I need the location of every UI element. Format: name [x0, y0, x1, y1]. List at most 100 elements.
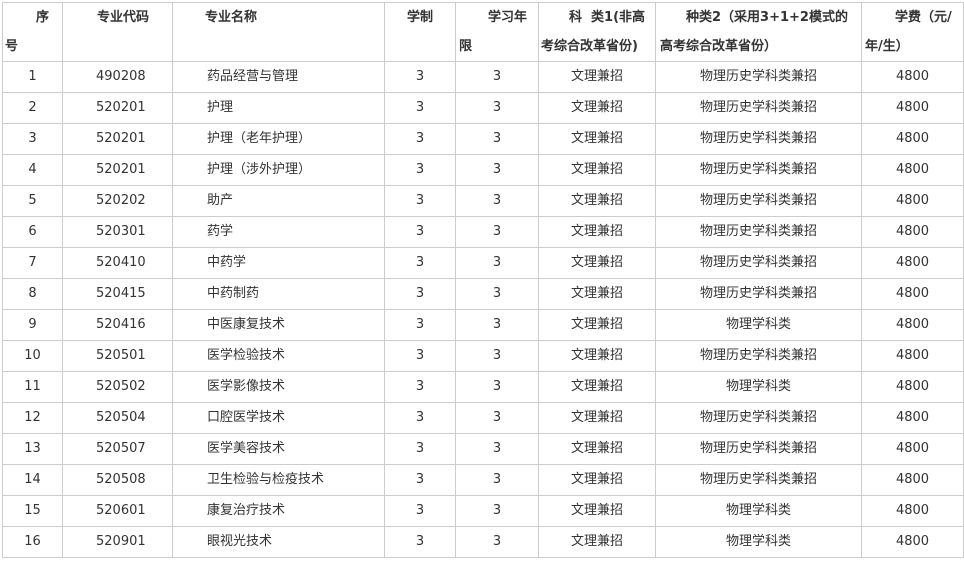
cell-seq: 5 [2, 185, 63, 217]
cell-years: 3 [384, 154, 456, 186]
header-seq-line2: 号 [5, 39, 19, 54]
cell-seq: 16 [2, 526, 63, 558]
cell-type2: 物理历史学科类兼招 [655, 216, 862, 248]
table-row: 12 520504 口腔医学技术 3 3 文理兼招 物理历史学科类兼招 4800 [2, 402, 964, 434]
cell-fee: 4800 [861, 464, 964, 496]
table-row: 15 520601 康复治疗技术 3 3 文理兼招 物理学科类 4800 [2, 495, 964, 527]
cell-years: 3 [384, 402, 456, 434]
cell-type2: 物理历史学科类兼招 [655, 247, 862, 279]
cell-years: 3 [384, 61, 456, 93]
cell-seq: 4 [2, 154, 63, 186]
header-type1-line1: 科 类1(非高 [569, 10, 646, 25]
cell-type1: 文理兼招 [538, 402, 656, 434]
cell-duration: 3 [455, 371, 539, 403]
cell-duration: 3 [455, 309, 539, 341]
cell-name: 卫生检验与检疫技术 [172, 464, 385, 496]
table-row: 13 520507 医学美容技术 3 3 文理兼招 物理历史学科类兼招 4800 [2, 433, 964, 465]
cell-name: 中药制药 [172, 278, 385, 310]
cell-name: 眼视光技术 [172, 526, 385, 558]
cell-code: 520508 [62, 464, 173, 496]
cell-duration: 3 [455, 247, 539, 279]
table-row: 5 520202 助产 3 3 文理兼招 物理历史学科类兼招 4800 [2, 185, 964, 217]
cell-name: 药品经营与管理 [172, 61, 385, 93]
cell-years: 3 [384, 92, 456, 124]
header-duration-line2: 限 [459, 39, 473, 54]
cell-duration: 3 [455, 185, 539, 217]
cell-seq: 12 [2, 402, 63, 434]
cell-type2: 物理学科类 [655, 495, 862, 527]
cell-fee: 4800 [861, 495, 964, 527]
header-name: 专业名称 [172, 2, 385, 62]
cell-years: 3 [384, 433, 456, 465]
cell-type1: 文理兼招 [538, 247, 656, 279]
cell-fee: 4800 [861, 402, 964, 434]
cell-seq: 10 [2, 340, 63, 372]
cell-fee: 4800 [861, 309, 964, 341]
cell-type1: 文理兼招 [538, 154, 656, 186]
cell-type2: 物理历史学科类兼招 [655, 61, 862, 93]
cell-name: 护理（涉外护理） [172, 154, 385, 186]
cell-code: 520201 [62, 154, 173, 186]
cell-fee: 4800 [861, 61, 964, 93]
table-row: 11 520502 医学影像技术 3 3 文理兼招 物理学科类 4800 [2, 371, 964, 403]
cell-name: 中药学 [172, 247, 385, 279]
cell-fee: 4800 [861, 185, 964, 217]
header-duration-line1: 学习年 [488, 10, 528, 25]
header-type1-line2: 考综合改革省份) [541, 39, 638, 54]
cell-duration: 3 [455, 402, 539, 434]
table-row: 2 520201 护理 3 3 文理兼招 物理历史学科类兼招 4800 [2, 92, 964, 124]
cell-name: 医学检验技术 [172, 340, 385, 372]
cell-type1: 文理兼招 [538, 371, 656, 403]
header-fee-line2: 年/生） [865, 39, 909, 54]
cell-type1: 文理兼招 [538, 526, 656, 558]
cell-seq: 2 [2, 92, 63, 124]
table-row: 7 520410 中药学 3 3 文理兼招 物理历史学科类兼招 4800 [2, 247, 964, 279]
cell-duration: 3 [455, 61, 539, 93]
cell-type2: 物理历史学科类兼招 [655, 123, 862, 155]
cell-duration: 3 [455, 464, 539, 496]
cell-code: 520301 [62, 216, 173, 248]
cell-type2: 物理历史学科类兼招 [655, 154, 862, 186]
cell-type2: 物理学科类 [655, 526, 862, 558]
cell-duration: 3 [455, 123, 539, 155]
cell-code: 520201 [62, 123, 173, 155]
cell-type1: 文理兼招 [538, 309, 656, 341]
cell-name: 医学美容技术 [172, 433, 385, 465]
cell-type1: 文理兼招 [538, 340, 656, 372]
cell-fee: 4800 [861, 216, 964, 248]
cell-duration: 3 [455, 340, 539, 372]
cell-type2: 物理学科类 [655, 309, 862, 341]
cell-years: 3 [384, 185, 456, 217]
cell-years: 3 [384, 526, 456, 558]
table-row: 4 520201 护理（涉外护理） 3 3 文理兼招 物理历史学科类兼招 4800 [2, 154, 964, 186]
header-type2-line2: 高考综合改革省份） [660, 39, 778, 54]
cell-years: 3 [384, 278, 456, 310]
cell-seq: 14 [2, 464, 63, 496]
cell-seq: 6 [2, 216, 63, 248]
table-header: 序 号 专业代码 专业名称 学制 学习年 限 科 类1(非高 考综合改革省份) … [2, 2, 964, 62]
cell-code: 520410 [62, 247, 173, 279]
majors-table: 序 号 专业代码 专业名称 学制 学习年 限 科 类1(非高 考综合改革省份) … [2, 2, 964, 558]
cell-code: 520201 [62, 92, 173, 124]
table-row: 10 520501 医学检验技术 3 3 文理兼招 物理历史学科类兼招 4800 [2, 340, 964, 372]
cell-seq: 8 [2, 278, 63, 310]
cell-name: 护理 [172, 92, 385, 124]
header-fee-line1: 学费（元/ [895, 10, 952, 25]
cell-years: 3 [384, 495, 456, 527]
cell-fee: 4800 [861, 123, 964, 155]
cell-fee: 4800 [861, 92, 964, 124]
table-row: 16 520901 眼视光技术 3 3 文理兼招 物理学科类 4800 [2, 526, 964, 558]
cell-years: 3 [384, 123, 456, 155]
cell-type2: 物理历史学科类兼招 [655, 185, 862, 217]
table-body: 1 490208 药品经营与管理 3 3 文理兼招 物理历史学科类兼招 4800 2 520201… [2, 61, 964, 558]
cell-seq: 9 [2, 309, 63, 341]
header-type2-line1: 种类2（采用3+1+2模式的 [686, 10, 848, 25]
cell-code: 520202 [62, 185, 173, 217]
cell-seq: 15 [2, 495, 63, 527]
cell-name: 康复治疗技术 [172, 495, 385, 527]
cell-type2: 物理历史学科类兼招 [655, 278, 862, 310]
cell-name: 中医康复技术 [172, 309, 385, 341]
cell-type1: 文理兼招 [538, 433, 656, 465]
header-seq: 序 号 [2, 2, 63, 62]
cell-code: 520501 [62, 340, 173, 372]
